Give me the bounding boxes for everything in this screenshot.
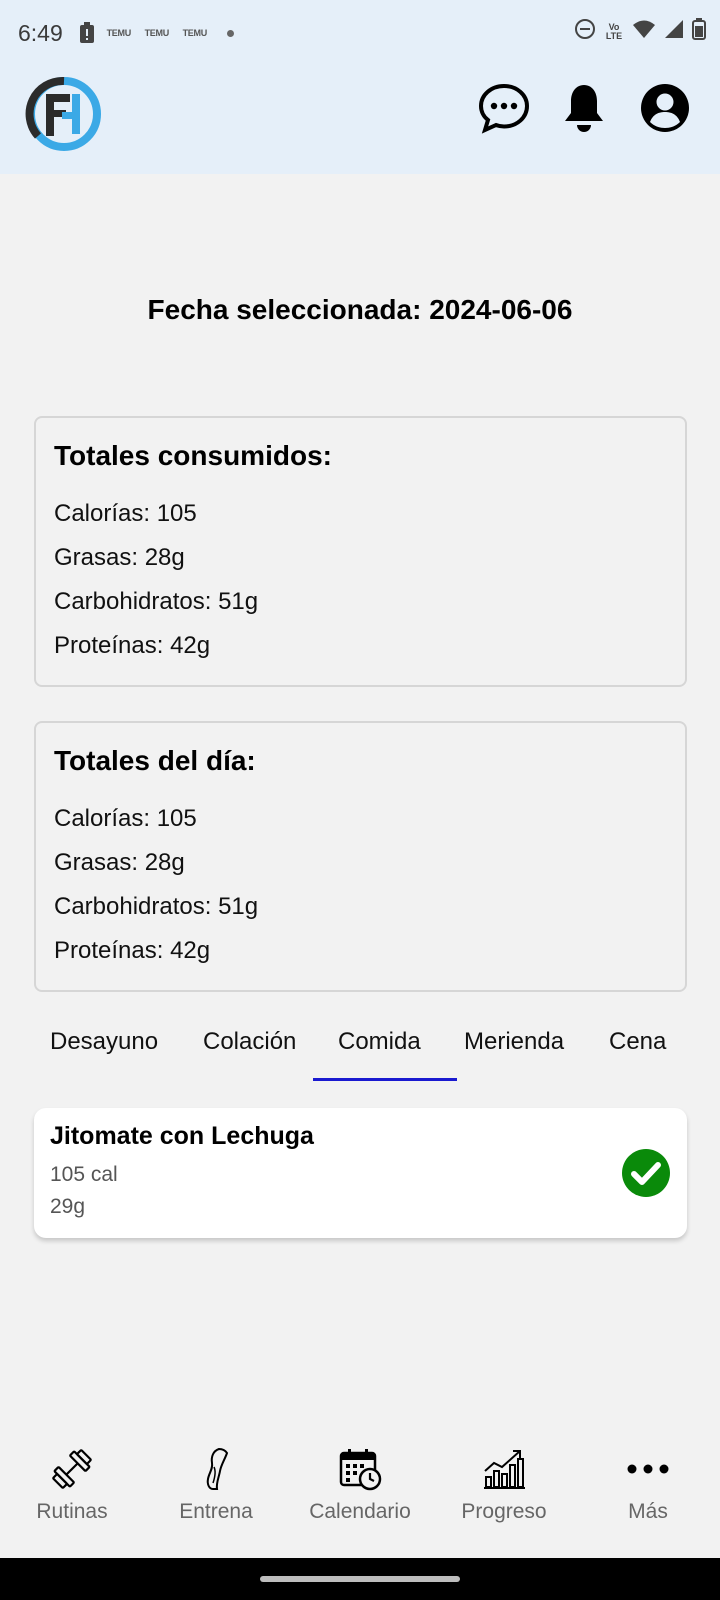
nav-rutinas[interactable]: Rutinas xyxy=(0,1430,144,1530)
selected-date-title: Fecha seleccionada: 2024-06-06 xyxy=(147,294,573,325)
tab-selected-indicator xyxy=(313,1078,457,1081)
consumed-carbs: Carbohidratos: 51g xyxy=(54,588,259,615)
meal-item[interactable]: Jitomate con Lechuga 105 cal 29g xyxy=(34,1108,687,1238)
tab-cena[interactable]: Cena xyxy=(609,1028,666,1056)
system-status-icons: Vo LTE xyxy=(574,18,706,45)
temu-label: TEMU xyxy=(106,27,132,38)
meal-name: Jitomate con Lechuga xyxy=(50,1122,314,1150)
signal-icon xyxy=(664,19,684,44)
nav-label: Progreso xyxy=(461,1500,547,1523)
system-navigation-bar xyxy=(0,1558,720,1600)
bell-icon[interactable] xyxy=(556,80,612,136)
more-dots-icon xyxy=(625,1446,671,1492)
tab-merienda[interactable]: Merienda xyxy=(464,1028,564,1056)
meal-tabs: Desayuno Colación Comida Merienda Cena xyxy=(0,1006,720,1082)
nav-label: Rutinas xyxy=(36,1500,108,1523)
nav-progreso[interactable]: Progreso xyxy=(432,1430,576,1530)
battery-icon xyxy=(692,18,706,45)
chart-growth-icon xyxy=(481,1446,527,1492)
tab-comida[interactable]: Comida xyxy=(338,1028,421,1056)
consumed-totals-title: Totales consumidos: xyxy=(54,440,332,471)
day-fats: Grasas: 28g xyxy=(54,849,185,876)
day-totals-title: Totales del día: xyxy=(54,745,256,776)
dumbbell-icon xyxy=(49,1446,95,1492)
temu-notification-icon: TEMU xyxy=(181,27,209,38)
day-calories: Calorías: 105 xyxy=(54,805,197,832)
alert-notification-icon xyxy=(79,22,95,44)
nav-label: Calendario xyxy=(309,1500,411,1523)
volte-icon: Vo LTE xyxy=(605,21,623,41)
app-logo-icon[interactable] xyxy=(24,74,104,154)
meal-weight: 29g xyxy=(50,1195,86,1218)
nav-entrena[interactable]: Entrena xyxy=(144,1430,288,1530)
bottom-navigation: Rutinas Entrena Calendario Progreso Más xyxy=(0,1430,720,1558)
day-carbs: Carbohidratos: 51g xyxy=(54,893,259,920)
day-proteins: Proteínas: 42g xyxy=(54,937,211,964)
temu-notification-icon: TEMU xyxy=(105,27,133,38)
nav-label: Entrena xyxy=(179,1500,253,1523)
consumed-fats: Grasas: 28g xyxy=(54,544,185,571)
home-gesture-handle[interactable] xyxy=(260,1576,460,1582)
temu-label: TEMU xyxy=(182,27,208,38)
account-icon[interactable] xyxy=(637,80,693,136)
day-totals-card: Totales del día: Calorías: 105 Grasas: 2… xyxy=(34,721,687,992)
dnd-icon xyxy=(574,18,596,45)
consumed-calories: Calorías: 105 xyxy=(54,500,197,527)
nav-mas[interactable]: Más xyxy=(576,1430,720,1530)
status-time: 6:49 xyxy=(18,19,63,46)
consumed-totals-card: Totales consumidos: Calorías: 105 Grasas… xyxy=(34,416,687,687)
app-header xyxy=(0,66,720,174)
tab-colacion[interactable]: Colación xyxy=(203,1028,296,1056)
temu-notification-icon: TEMU xyxy=(143,27,171,38)
tab-desayuno[interactable]: Desayuno xyxy=(50,1028,158,1056)
nav-label: Más xyxy=(628,1500,668,1523)
consumed-proteins: Proteínas: 42g xyxy=(54,632,211,659)
temu-label: TEMU xyxy=(144,27,170,38)
chat-icon[interactable] xyxy=(476,80,532,136)
meal-calories: 105 cal xyxy=(50,1163,118,1186)
more-notifications-dot xyxy=(226,29,234,37)
check-circle-icon[interactable] xyxy=(621,1148,671,1198)
status-bar: 6:49 TEMU TEMU TEMU Vo LTE xyxy=(0,0,720,66)
calendar-clock-icon xyxy=(337,1446,383,1492)
nav-calendario[interactable]: Calendario xyxy=(288,1430,432,1530)
wifi-icon xyxy=(632,18,656,45)
leg-icon xyxy=(193,1446,239,1492)
